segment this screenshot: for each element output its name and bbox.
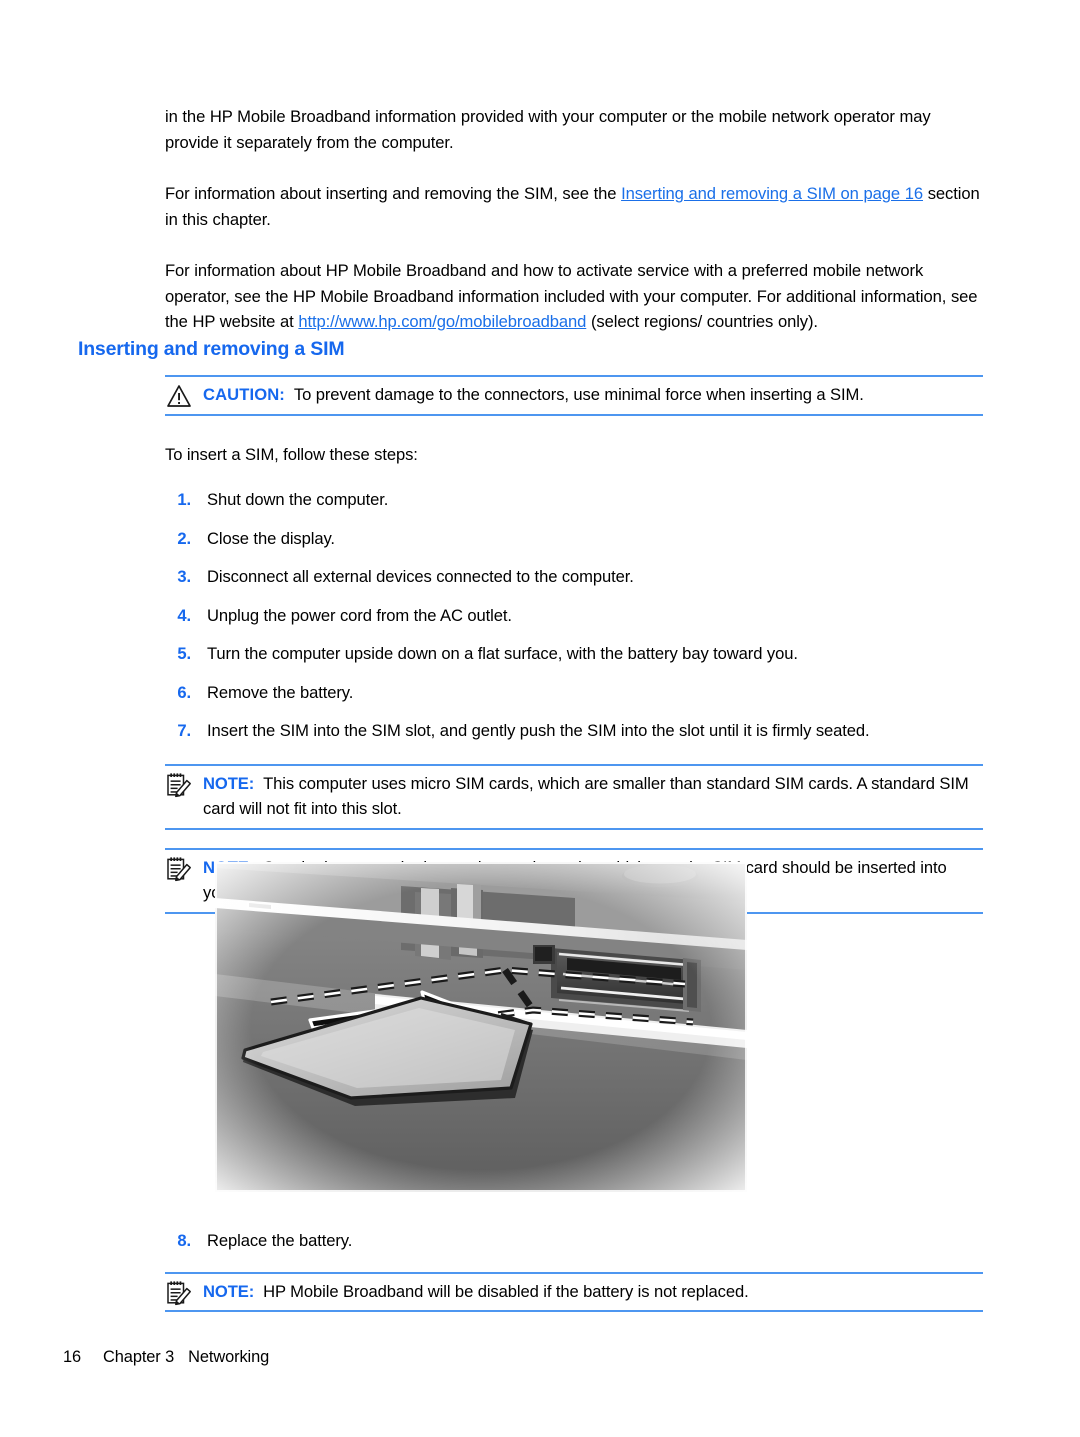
caution-label: CAUTION:	[203, 385, 285, 404]
caution-content: CAUTION: To prevent damage to the connect…	[165, 382, 983, 408]
paragraph-cross-reference: For information about inserting and remo…	[165, 181, 983, 232]
sim-insertion-steps-continued: 8. Replace the battery.	[165, 1228, 983, 1254]
note-pad-pencil-icon	[165, 772, 195, 798]
xref-prefix-text: For information about inserting and remo…	[165, 184, 622, 203]
note-admonition-battery-not-replaced: NOTE: HP Mobile Broadband will be disable…	[165, 1271, 983, 1312]
step-number: 2.	[177, 528, 191, 548]
page-body-bottom: 8. Replace the battery. NOTE: HP Mobile …	[165, 1228, 983, 1312]
page-body-top: in the HP Mobile Broadband information p…	[165, 104, 983, 361]
list-item: 1. Shut down the computer.	[165, 487, 983, 513]
step-number: 5.	[177, 644, 191, 663]
note-content: NOTE: HP Mobile Broadband will be disable…	[165, 1279, 983, 1305]
footer-chapter-title: Networking	[188, 1348, 270, 1366]
step-text: Turn the computer upside down on a flat …	[207, 644, 798, 663]
paragraph-intro-text: in the HP Mobile Broadband information p…	[165, 107, 931, 152]
link-hp-mobilebroadband-url[interactable]: http://www.hp.com/go/mobilebroadband	[298, 312, 586, 331]
caution-text: To prevent damage to the connectors, use…	[293, 385, 864, 404]
document-page: in the HP Mobile Broadband information p…	[0, 0, 1080, 1437]
sim-insertion-drawing	[215, 862, 747, 1192]
list-item: 2. Close the display.	[165, 526, 983, 552]
step-number: 8.	[177, 1231, 191, 1250]
note-admonition-micro-sim: NOTE: This computer uses micro SIM cards,…	[165, 763, 983, 830]
step-text: Disconnect all external devices connecte…	[207, 567, 634, 586]
list-item: 5. Turn the computer upside down on a fla…	[165, 641, 983, 667]
caution-admonition: CAUTION: To prevent damage to the connect…	[165, 375, 983, 416]
paragraph-mobile-broadband: For information about HP Mobile Broadban…	[165, 258, 983, 335]
step-text: Unplug the power cord from the AC outlet…	[207, 605, 512, 625]
step-number: 7.	[177, 721, 191, 740]
link-inserting-removing-sim[interactable]: Inserting and removing a SIM on page 16	[621, 184, 923, 203]
page-footer: 16 Chapter 3 Networking	[63, 1348, 269, 1367]
steps-lead-in: To insert a SIM, follow these steps:	[165, 444, 418, 464]
step-number: 4.	[177, 605, 191, 625]
step-text: Insert the SIM into the SIM slot, and ge…	[207, 721, 870, 740]
note-label: NOTE:	[203, 773, 255, 793]
figure-sim-insertion-illustration	[215, 862, 747, 1192]
note-label: NOTE:	[203, 1281, 255, 1301]
step-text: Replace the battery.	[207, 1231, 353, 1250]
footer-page-number: 16	[63, 1348, 82, 1366]
note-content: NOTE: This computer uses micro SIM cards,…	[165, 771, 983, 822]
step-text: Close the display.	[207, 528, 335, 548]
step-text: Remove the battery.	[207, 682, 354, 702]
list-item: 3. Disconnect all external devices connec…	[165, 564, 983, 590]
step-number: 1.	[177, 490, 191, 509]
step-number: 3.	[177, 567, 191, 586]
list-item: 7. Insert the SIM into the SIM slot, and …	[165, 718, 983, 744]
note-pad-pencil-icon	[165, 856, 195, 882]
warning-triangle-icon	[165, 383, 195, 409]
note-text: This computer uses micro SIM cards, whic…	[203, 773, 969, 819]
page-body-main: CAUTION: To prevent damage to the connect…	[165, 375, 983, 914]
note-text: HP Mobile Broadband will be disabled if …	[263, 1281, 749, 1301]
list-item: 6. Remove the battery.	[165, 680, 983, 706]
list-item: 8. Replace the battery.	[165, 1228, 983, 1254]
section-heading-inserting-removing-sim: Inserting and removing a SIM	[78, 338, 345, 360]
broadband-suffix-text: (select regions/ countries only).	[586, 312, 818, 331]
paragraph-intro: in the HP Mobile Broadband information p…	[165, 104, 983, 155]
note-pad-pencil-icon	[165, 1280, 195, 1306]
list-item: 4. Unplug the power cord from the AC outl…	[165, 603, 983, 629]
footer-chapter: Chapter 3	[103, 1348, 175, 1366]
step-number: 6.	[177, 682, 191, 702]
sim-insertion-steps: 1. Shut down the computer. 2. Close the di…	[165, 487, 983, 744]
step-text: Shut down the computer.	[207, 490, 389, 509]
